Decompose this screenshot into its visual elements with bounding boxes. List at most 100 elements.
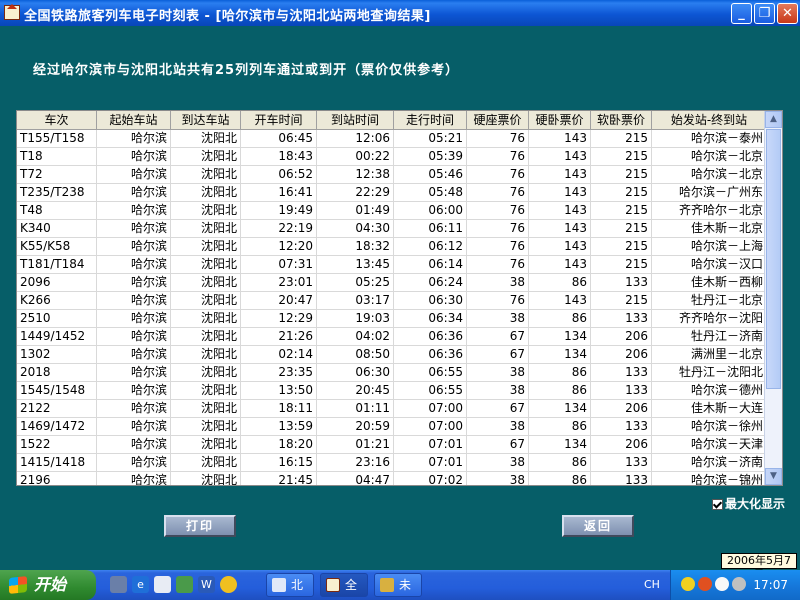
cell-duration: 07:02 (394, 472, 467, 485)
cell-route: 哈尔滨－北京 (652, 166, 767, 183)
cell-soft-sleeper-fare: 215 (591, 130, 652, 147)
grid-header: 车次 起始车站 到达车站 开车时间 到站时间 走行时间 硬座票价 硬卧票价 软卧票价 始发站-终到… (17, 111, 767, 130)
cell-from-station: 哈尔滨 (97, 454, 171, 471)
table-row[interactable]: T48 哈尔滨 沈阳北 19:49 01:49 06:00 76 143 215 齐齐哈尔－北京 (17, 202, 767, 220)
column-header-hard-seat-fare[interactable]: 硬座票价 (467, 111, 529, 130)
quick-launch-desktop-icon[interactable] (110, 576, 127, 593)
cell-hard-sleeper-fare: 143 (529, 166, 591, 183)
input-method-indicator[interactable]: CH (644, 578, 660, 591)
maximize-button[interactable]: ❐ (754, 3, 775, 24)
cell-soft-sleeper-fare: 133 (591, 418, 652, 435)
column-header-hard-sleeper-fare[interactable]: 硬卧票价 (529, 111, 591, 130)
table-row[interactable]: 2510 哈尔滨 沈阳北 12:29 19:03 06:34 38 86 133 齐齐哈尔－沈阳 (17, 310, 767, 328)
taskbar-task-1[interactable]: 北 (266, 573, 314, 597)
cell-from-station: 哈尔滨 (97, 292, 171, 309)
table-row[interactable]: 1302 哈尔滨 沈阳北 02:14 08:50 06:36 67 134 206 满洲里－北京 (17, 346, 767, 364)
quick-launch-browser-icon[interactable] (176, 576, 193, 593)
table-row[interactable]: 2096 哈尔滨 沈阳北 23:01 05:25 06:24 38 86 133 佳木斯－西柳 (17, 274, 767, 292)
tray-volume-icon[interactable] (732, 577, 746, 591)
cell-depart-time: 23:01 (241, 274, 317, 291)
column-header-from-station[interactable]: 起始车站 (97, 111, 171, 130)
table-row[interactable]: T18 哈尔滨 沈阳北 18:43 00:22 05:39 76 143 215 哈尔滨－北京 (17, 148, 767, 166)
cell-depart-time: 16:41 (241, 184, 317, 201)
tray-network-icon[interactable] (715, 577, 729, 591)
taskbar-task-3[interactable]: 未 (374, 573, 422, 597)
cell-route: 齐齐哈尔－沈阳 (652, 310, 767, 327)
title-bar[interactable]: 全国铁路旅客列车电子时刻表 - [哈尔滨市与沈阳北站两地查询结果] _ ❐ ✕ (0, 0, 800, 26)
grid-body[interactable]: T155/T158 哈尔滨 沈阳北 06:45 12:06 05:21 76 143 215 哈尔… (17, 130, 767, 485)
cell-to-station: 沈阳北 (171, 202, 241, 219)
quick-launch-qq-icon[interactable] (220, 576, 237, 593)
table-row[interactable]: 1469/1472 哈尔滨 沈阳北 13:59 20:59 07:00 38 86 133 哈尔滨… (17, 418, 767, 436)
table-row[interactable]: 1522 哈尔滨 沈阳北 18:20 01:21 07:01 67 134 206 哈尔滨－天津 (17, 436, 767, 454)
cell-soft-sleeper-fare: 133 (591, 310, 652, 327)
scroll-thumb[interactable] (766, 129, 781, 389)
vertical-scrollbar[interactable]: ▲ ▼ (764, 111, 782, 485)
cell-arrive-time: 04:02 (317, 328, 394, 345)
close-button[interactable]: ✕ (777, 3, 798, 24)
maximize-display-option[interactable]: 最大化显示 (712, 495, 785, 512)
checkmark-icon[interactable] (712, 499, 723, 510)
minimize-button[interactable]: _ (731, 3, 752, 24)
table-row[interactable]: 2122 哈尔滨 沈阳北 18:11 01:11 07:00 67 134 206 佳木斯－大连 (17, 400, 767, 418)
table-row[interactable]: T155/T158 哈尔滨 沈阳北 06:45 12:06 05:21 76 143 215 哈尔… (17, 130, 767, 148)
column-header-soft-sleeper-fare[interactable]: 软卧票价 (591, 111, 652, 130)
table-row[interactable]: K55/K58 哈尔滨 沈阳北 12:20 18:32 06:12 76 143 215 哈尔滨－… (17, 238, 767, 256)
start-button[interactable]: 开始 (0, 570, 96, 600)
table-row[interactable]: 2018 哈尔滨 沈阳北 23:35 06:30 06:55 38 86 133 牡丹江－沈阳北 (17, 364, 767, 382)
table-row[interactable]: 1449/1452 哈尔滨 沈阳北 21:26 04:02 06:36 67 134 206 牡丹… (17, 328, 767, 346)
column-header-train-no[interactable]: 车次 (17, 111, 97, 130)
results-grid[interactable]: 车次 起始车站 到达车站 开车时间 到站时间 走行时间 硬座票价 硬卧票价 软卧票价 始发站-终到… (16, 110, 783, 486)
table-row[interactable]: K266 哈尔滨 沈阳北 20:47 03:17 06:30 76 143 215 牡丹江－北京 (17, 292, 767, 310)
quick-launch-word-icon[interactable]: W (198, 576, 215, 593)
cell-hard-seat-fare: 38 (467, 274, 529, 291)
cell-depart-time: 16:15 (241, 454, 317, 471)
cell-hard-seat-fare: 76 (467, 220, 529, 237)
column-header-route[interactable]: 始发站-终到站 (652, 111, 767, 130)
taskbar-clock[interactable]: 17:07 (753, 578, 788, 592)
quick-launch-ie-icon[interactable]: e (132, 576, 149, 593)
table-row[interactable]: T181/T184 哈尔滨 沈阳北 07:31 13:45 06:14 76 143 215 哈尔… (17, 256, 767, 274)
column-header-depart-time[interactable]: 开车时间 (241, 111, 317, 130)
table-row[interactable]: T235/T238 哈尔滨 沈阳北 16:41 22:29 05:48 76 143 215 哈尔… (17, 184, 767, 202)
table-row[interactable]: 1415/1418 哈尔滨 沈阳北 16:15 23:16 07:01 38 86 133 哈尔滨… (17, 454, 767, 472)
column-header-arrive-time[interactable]: 到站时间 (317, 111, 394, 130)
table-row[interactable]: 1545/1548 哈尔滨 沈阳北 13:50 20:45 06:55 38 86 133 哈尔滨… (17, 382, 767, 400)
cell-route: 哈尔滨－济南 (652, 454, 767, 471)
back-button[interactable]: 返回 (562, 515, 634, 537)
cell-to-station: 沈阳北 (171, 238, 241, 255)
task-label: 全 (345, 578, 358, 592)
cell-train-no: 1545/1548 (17, 382, 97, 399)
tray-qq-icon[interactable] (681, 577, 695, 591)
cell-hard-sleeper-fare: 86 (529, 454, 591, 471)
cell-soft-sleeper-fare: 206 (591, 436, 652, 453)
cell-hard-sleeper-fare: 143 (529, 220, 591, 237)
column-header-duration[interactable]: 走行时间 (394, 111, 467, 130)
tray-antivirus-icon[interactable] (698, 577, 712, 591)
cell-depart-time: 13:50 (241, 382, 317, 399)
cell-train-no: 1469/1472 (17, 418, 97, 435)
cell-train-no: 2196 (17, 472, 97, 485)
cell-soft-sleeper-fare: 133 (591, 472, 652, 485)
cell-from-station: 哈尔滨 (97, 328, 171, 345)
table-row[interactable]: K340 哈尔滨 沈阳北 22:19 04:30 06:11 76 143 215 佳木斯－北京 (17, 220, 767, 238)
cell-from-station: 哈尔滨 (97, 184, 171, 201)
cell-arrive-time: 01:21 (317, 436, 394, 453)
scroll-up-icon[interactable]: ▲ (765, 111, 782, 128)
quick-launch-document-icon[interactable] (154, 576, 171, 593)
taskbar-task-2[interactable]: 全 (320, 573, 368, 597)
cell-hard-sleeper-fare: 86 (529, 472, 591, 485)
scroll-down-icon[interactable]: ▼ (765, 468, 782, 485)
system-tray: 17:07 (670, 570, 800, 600)
cell-arrive-time: 01:11 (317, 400, 394, 417)
cell-train-no: 1449/1452 (17, 328, 97, 345)
print-button[interactable]: 打印 (164, 515, 236, 537)
table-row[interactable]: 2196 哈尔滨 沈阳北 21:45 04:47 07:02 38 86 133 哈尔滨－锦州 (17, 472, 767, 485)
cell-hard-seat-fare: 76 (467, 292, 529, 309)
app-icon[interactable] (4, 4, 20, 20)
cell-route: 牡丹江－沈阳北 (652, 364, 767, 381)
cell-to-station: 沈阳北 (171, 436, 241, 453)
table-row[interactable]: T72 哈尔滨 沈阳北 06:52 12:38 05:46 76 143 215 哈尔滨－北京 (17, 166, 767, 184)
cell-from-station: 哈尔滨 (97, 472, 171, 485)
column-header-to-station[interactable]: 到达车站 (171, 111, 241, 130)
